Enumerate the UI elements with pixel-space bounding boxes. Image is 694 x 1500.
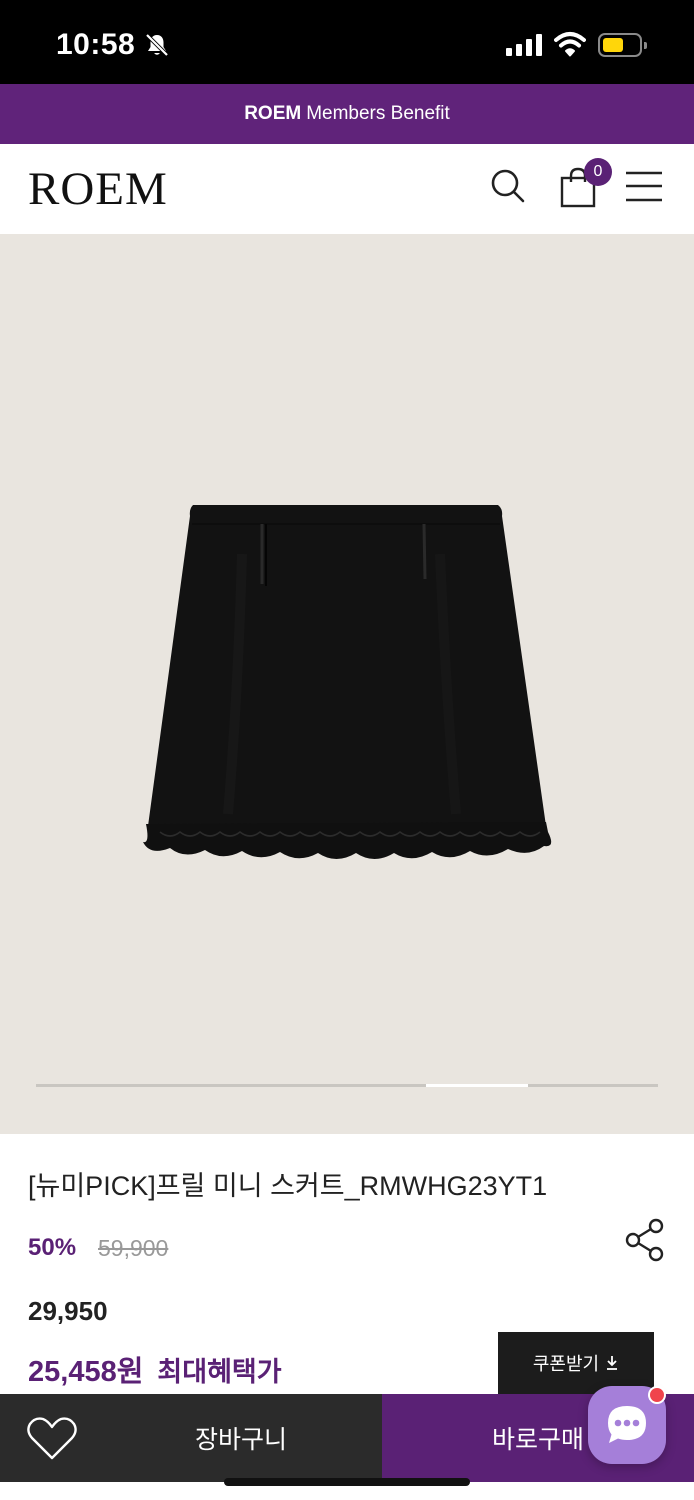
status-bar: 10:58 (0, 0, 694, 84)
cart-count-badge: 0 (584, 158, 612, 186)
members-benefit-banner[interactable]: ROEM Members Benefit (0, 84, 694, 144)
menu-icon[interactable] (624, 170, 664, 204)
status-time: 10:58 (56, 28, 136, 61)
home-indicator[interactable] (224, 1478, 470, 1486)
image-slider-thumb (426, 1084, 528, 1087)
chat-notification-dot (648, 1386, 666, 1404)
bell-slash-icon (145, 33, 169, 57)
original-price: 59,900 (98, 1235, 169, 1261)
battery-icon (598, 33, 647, 57)
image-slider-indicator (36, 1084, 658, 1087)
share-icon[interactable] (624, 1218, 666, 1262)
cellular-signal-icon (506, 34, 542, 56)
site-header: ROEM (0, 144, 694, 234)
benefit-label: 최대혜택가 (157, 1357, 282, 1387)
promo-text: Members Benefit (306, 103, 450, 124)
promo-brand: ROEM (244, 103, 302, 124)
product-image (143, 505, 552, 859)
coupon-button-label: 쿠폰받기 (532, 1354, 600, 1374)
wifi-icon (554, 32, 586, 57)
coupon-download-button[interactable]: 쿠폰받기 (498, 1332, 654, 1394)
benefit-price: 25,458원 (28, 1356, 144, 1388)
brand-logo[interactable]: ROEM (28, 162, 168, 216)
buy-now-label: 바로구매 (492, 1426, 585, 1454)
discount-rate: 50% (28, 1234, 77, 1261)
download-icon (607, 1356, 618, 1370)
search-icon[interactable] (488, 166, 528, 206)
heart-icon[interactable] (24, 1414, 80, 1464)
product-title: [뉴미PICK]프릴 미니 스커트_RMWHG23YT1 (28, 1171, 548, 1201)
max-benefit-price-row: 25,458원 최대혜택가 (28, 1348, 282, 1390)
product-image-carousel[interactable] (0, 234, 694, 1134)
add-to-cart-button[interactable]: 장바구니 (100, 1394, 382, 1482)
sale-price: 29,950 (28, 1296, 108, 1326)
